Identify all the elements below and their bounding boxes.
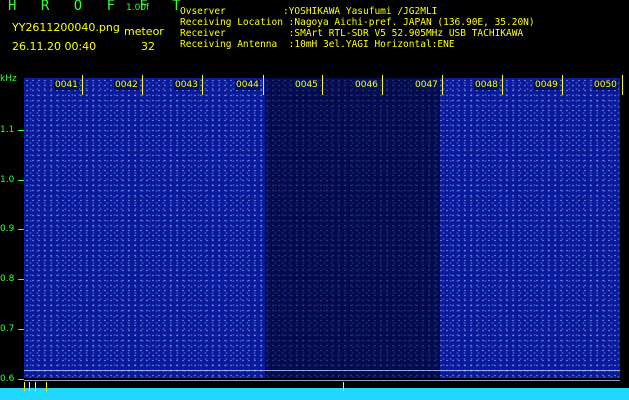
antenna-line: Receiving Antenna :10mH 3el.YAGI Horizon… [180,39,455,50]
location-line: Receiving Location :Nagoya Aichi-pref. J… [180,17,535,28]
x-tick [562,75,563,95]
x-tick-label: 0048 [474,80,499,90]
y-tick [18,180,24,181]
x-tick-label: 0046 [354,80,379,90]
y-tick-label: 0.7 [0,324,15,334]
baseline-marker [24,382,25,391]
x-tick-label: 0043 [174,80,199,90]
y-tick-label: 0.9 [0,224,15,234]
y-tick [18,130,24,131]
x-tick [202,75,203,95]
reference-line [24,380,620,381]
x-tick [502,75,503,95]
x-tick-label: 0045 [294,80,319,90]
app-title: H R O F F T [8,0,189,14]
y-tick [18,329,24,330]
baseline-marker [46,382,47,391]
baseline-marker [29,382,30,391]
y-tick-label: 0.6 [0,374,15,384]
y-axis-unit: kHz [0,74,17,84]
dark-band [265,78,440,378]
x-tick-label: 0047 [414,80,439,90]
x-tick [382,75,383,95]
datetime-label: 26.11.20 00:40 [12,40,97,53]
baseline-marker [35,382,36,391]
y-tick-label: 1.0 [0,175,15,185]
x-tick [82,75,83,95]
filename-label: YY2611200040.png [12,21,120,34]
y-tick-label: 1.1 [0,125,15,135]
observer-line: Ovserver :YOSHIKAWA Yasufumi /JG2MLI [180,6,438,17]
y-tick [18,229,24,230]
x-tick-label: 0050 [593,80,618,90]
reference-line [24,370,620,371]
meteor-label: meteor [124,25,164,38]
signal-baseline-bar [0,388,629,400]
x-tick-label: 0041 [54,80,79,90]
baseline-marker [343,382,344,391]
y-tick-label: 0.8 [0,274,15,284]
x-tick-label: 0042 [114,80,139,90]
y-tick [18,279,24,280]
version-label: 1.00f [126,3,150,13]
x-tick [622,75,623,95]
x-tick [142,75,143,95]
x-tick-label: 0044 [235,80,260,90]
x-tick-label: 0049 [534,80,559,90]
x-tick [263,75,264,95]
meteor-count: 32 [141,40,155,53]
receiver-line: Receiver :SMArt RTL-SDR V5 52.905MHz USB… [180,28,524,39]
x-tick [442,75,443,95]
x-tick [322,75,323,95]
